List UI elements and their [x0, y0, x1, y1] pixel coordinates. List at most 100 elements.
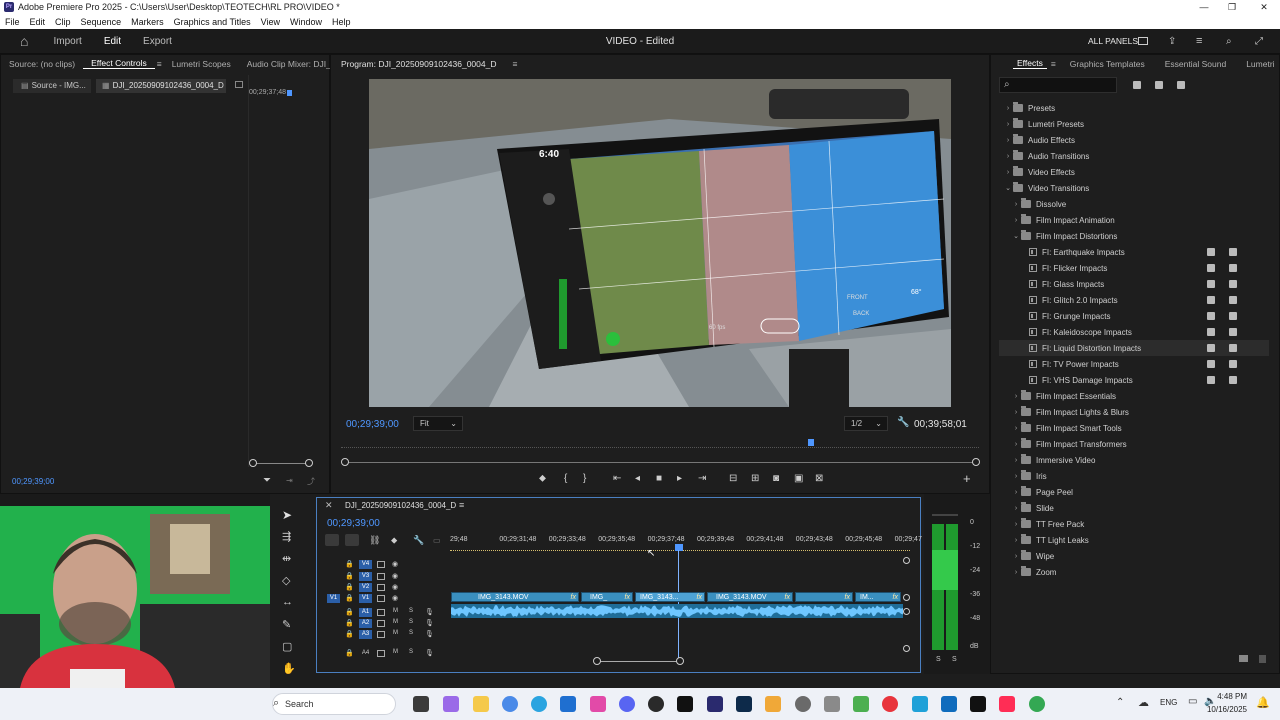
solo-button[interactable]: S — [409, 608, 413, 614]
track-target[interactable]: V1 — [359, 594, 372, 603]
effects-folder[interactable]: › Page Peel — [999, 484, 1269, 500]
source-subtab[interactable]: ▤ Source - IMG... — [13, 79, 91, 93]
solo-left-button[interactable]: S — [936, 656, 941, 663]
effects-folder[interactable]: › Slide — [999, 500, 1269, 516]
track-end-handle[interactable] — [903, 557, 910, 564]
sync-lock-icon[interactable] — [377, 573, 385, 580]
lock-icon[interactable]: 🔒 — [345, 649, 354, 657]
tab-effects[interactable]: Effects — [1013, 58, 1047, 69]
menu-window[interactable]: Window — [285, 17, 327, 27]
tray-expand-icon[interactable]: ⌃ — [1116, 697, 1124, 708]
clock-time[interactable]: 4:48 PM — [1211, 692, 1247, 701]
sync-lock-icon[interactable] — [377, 609, 385, 616]
mute-button[interactable]: M — [393, 608, 398, 614]
timeline-playhead-handle[interactable] — [675, 544, 683, 551]
discord-icon[interactable] — [619, 696, 635, 712]
effect-item[interactable]: FI: Grunge Impacts — [999, 308, 1269, 324]
all-panels-button[interactable]: ALL PANELS — [1088, 36, 1138, 46]
chevron-right-icon[interactable]: › — [1011, 473, 1021, 480]
chevron-right-icon[interactable]: › — [1011, 553, 1021, 560]
add-marker-icon[interactable]: ⬥ — [539, 473, 546, 484]
nest-toggle-icon[interactable] — [325, 534, 339, 546]
accelerated-effects-icon[interactable] — [1133, 81, 1141, 89]
clip-v1-5[interactable]: fx — [795, 592, 853, 602]
razor-icon[interactable]: ◇ — [282, 574, 290, 587]
effect-item[interactable]: FI: TV Power Impacts — [999, 356, 1269, 372]
chevron-right-icon[interactable]: › — [1011, 425, 1021, 432]
minimize-button[interactable]: — — [1190, 0, 1218, 14]
lock-icon[interactable]: 🔒 — [345, 630, 354, 638]
tab-effect-controls[interactable]: Effect Controls — [83, 58, 155, 69]
solo-right-button[interactable]: S — [952, 656, 957, 663]
timeline-timecode[interactable]: 00;29;39;00 — [327, 518, 380, 529]
effect-item[interactable]: FI: Earthquake Impacts — [999, 244, 1269, 260]
sync-lock-icon[interactable] — [377, 595, 385, 602]
effect-item[interactable]: FI: Kaleidoscope Impacts — [999, 324, 1269, 340]
menu-clip[interactable]: Clip — [50, 17, 76, 27]
wrench-icon[interactable]: 🔧 — [897, 417, 909, 428]
menu-edit[interactable]: Edit — [25, 17, 51, 27]
slip-icon[interactable]: ↔ — [282, 596, 293, 608]
outlook-icon[interactable] — [941, 696, 957, 712]
go-to-in-icon[interactable]: ⇤ — [613, 473, 621, 484]
effects-search[interactable]: ⌕ — [999, 77, 1117, 93]
track-target[interactable]: V4 — [359, 560, 372, 569]
tab-import[interactable]: Import — [42, 36, 92, 47]
microphone-icon[interactable]: 🎙 — [425, 619, 434, 627]
play-only-icon[interactable]: ⇥ — [286, 476, 293, 485]
effects-folder[interactable]: › Dissolve — [999, 196, 1269, 212]
track-target[interactable]: A3 — [359, 630, 372, 639]
effects-folder[interactable]: › TT Light Leaks — [999, 532, 1269, 548]
tab-menu-icon[interactable]: ≡ — [155, 59, 164, 69]
mark-out-icon[interactable]: } — [583, 473, 586, 484]
tab-lumetri[interactable]: Lumetri — [1236, 59, 1280, 69]
effects-folder[interactable]: › Video Effects — [999, 164, 1269, 180]
export-icon[interactable] — [235, 81, 243, 88]
effects-folder[interactable]: › Film Impact Smart Tools — [999, 420, 1269, 436]
chevron-right-icon[interactable]: › — [1011, 521, 1021, 528]
eye-icon[interactable]: ◉ — [392, 560, 398, 568]
eye-icon[interactable]: ◉ — [392, 594, 398, 602]
search-icon[interactable]: ⌕ — [1226, 36, 1232, 47]
sync-lock-icon[interactable] — [377, 584, 385, 591]
clip-v1-3[interactable]: IMG_3143... fx — [635, 592, 705, 602]
onedrive-icon[interactable]: ☁ — [1138, 696, 1149, 709]
effect-controls-timecode[interactable]: 00;29;39;00 — [12, 477, 54, 486]
video-frame[interactable]: 6:40 68° 60 fps FRONT BACK — [369, 79, 951, 407]
track-end-handle[interactable] — [903, 594, 910, 601]
sequence-tab[interactable]: DJI_20250909102436_0004_D — [345, 501, 456, 510]
effects-folder[interactable]: › Film Impact Animation — [999, 212, 1269, 228]
menu-help[interactable]: Help — [327, 17, 356, 27]
effects-folder[interactable]: ⌄ Video Transitions — [999, 180, 1269, 196]
sync-lock-icon[interactable] — [377, 620, 385, 627]
chrome-icon[interactable] — [502, 696, 518, 712]
tiktok-icon[interactable] — [970, 696, 986, 712]
chevron-down-icon[interactable]: ⌄ — [1003, 184, 1013, 192]
track-target[interactable]: V2 — [359, 583, 372, 592]
export-clip-icon[interactable]: ⤴ — [307, 476, 315, 487]
menu-icon[interactable]: ≡ — [1196, 35, 1202, 47]
extract-icon[interactable]: ⊞ — [751, 473, 759, 484]
network-icon[interactable]: ▭ — [1188, 696, 1197, 707]
chevron-right-icon[interactable]: › — [1003, 137, 1013, 144]
tab-export[interactable]: Export — [132, 36, 183, 47]
lock-icon[interactable]: 🔒 — [345, 583, 354, 591]
selection-tool-icon[interactable]: ➤ — [282, 508, 292, 522]
chevron-right-icon[interactable]: › — [1003, 153, 1013, 160]
mini-playhead[interactable] — [287, 90, 292, 96]
file-explorer-icon[interactable] — [473, 696, 489, 712]
chevron-right-icon[interactable]: › — [1011, 201, 1021, 208]
effect-item[interactable]: FI: VHS Damage Impacts — [999, 372, 1269, 388]
chrome-2-icon[interactable] — [1029, 696, 1045, 712]
lock-icon[interactable]: 🔒 — [345, 572, 354, 580]
tab-source[interactable]: Source: (no clips) — [1, 59, 83, 69]
task-view-icon[interactable] — [413, 696, 429, 712]
program-timecode[interactable]: 00;29;39;00 — [346, 419, 399, 430]
32bit-color-icon[interactable] — [1155, 81, 1163, 89]
microphone-icon[interactable]: 🎙 — [425, 630, 434, 638]
app-red-icon[interactable] — [882, 696, 898, 712]
edge-icon[interactable] — [531, 696, 547, 712]
camera-icon[interactable]: ◙ — [773, 473, 779, 484]
copilot-icon[interactable] — [443, 696, 459, 712]
stop-icon[interactable]: ■ — [656, 473, 662, 484]
